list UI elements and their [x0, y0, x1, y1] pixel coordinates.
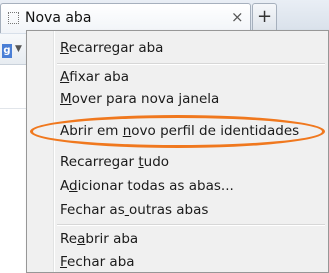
tab-title: Nova aba [25, 10, 92, 26]
menu-item-close-other-tabs[interactable]: Fechar as outras abas [60, 199, 208, 221]
menu-separator [57, 63, 325, 65]
menu-item-reopen-tab[interactable]: Reabrir aba [60, 228, 138, 250]
blank-page-icon [8, 12, 19, 24]
new-tab-button[interactable]: + [252, 3, 277, 32]
highlight-ellipse [30, 115, 325, 148]
google-search-icon[interactable]: g [2, 44, 12, 58]
menu-item-close-tab[interactable]: Fechar aba [60, 251, 135, 273]
menu-item-reload-tab[interactable]: Recarregar aba [60, 37, 163, 59]
tab-new-tab[interactable]: Nova aba × [0, 3, 251, 33]
menu-item-move-to-new-window[interactable]: Mover para nova janela [60, 88, 219, 110]
menu-separator [57, 224, 325, 226]
chevron-down-icon[interactable]: ▼ [15, 44, 22, 54]
close-icon[interactable]: × [231, 9, 244, 25]
tab-context-menu: Recarregar aba Afixar aba Mover para nov… [26, 30, 329, 273]
menu-item-bookmark-all-tabs[interactable]: Adicionar todas as abas... [60, 175, 234, 197]
menu-item-pin-tab[interactable]: Afixar aba [60, 66, 129, 88]
menu-item-reload-all[interactable]: Recarregar tudo [60, 151, 169, 173]
